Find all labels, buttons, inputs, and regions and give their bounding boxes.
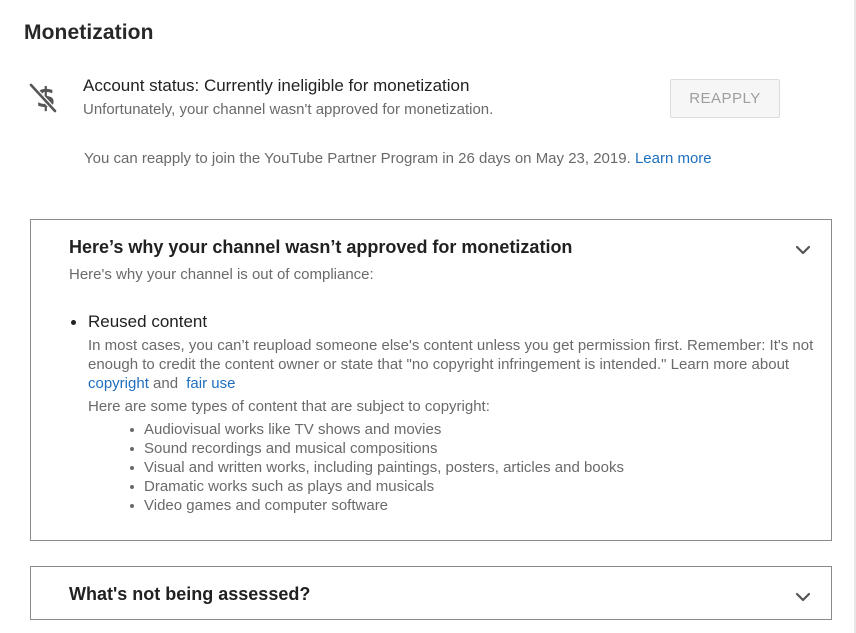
panel-not-assessed[interactable]: What's not being assessed? bbox=[30, 566, 832, 620]
and-text: and bbox=[153, 375, 179, 392]
list-item-text: Sound recordings and musical composition… bbox=[144, 440, 438, 457]
copyright-link[interactable]: copyright bbox=[88, 375, 149, 392]
account-status-title: Account status: Currently ineligible for… bbox=[83, 76, 470, 95]
list-item: Visual and written works, including pain… bbox=[130, 458, 624, 477]
panel-not-approved-reasons[interactable]: Here’s why your channel wasn’t approved … bbox=[30, 219, 832, 541]
copyright-types-intro: Here are some types of content that are … bbox=[88, 398, 490, 415]
account-status-subtitle: Unfortunately, your channel wasn't appro… bbox=[83, 101, 494, 118]
reason-body: In most cases, you can’t reupload someon… bbox=[88, 336, 823, 393]
reapply-note-text: You can reapply to join the YouTube Part… bbox=[84, 150, 631, 167]
no-money-icon: $ bbox=[29, 81, 57, 114]
list-item-text: Audiovisual works like TV shows and movi… bbox=[144, 421, 442, 438]
chevron-down-icon[interactable] bbox=[795, 589, 811, 605]
list-item: Audiovisual works like TV shows and movi… bbox=[130, 420, 624, 439]
chevron-down-icon[interactable] bbox=[795, 242, 811, 258]
list-item-text: Visual and written works, including pain… bbox=[144, 459, 624, 476]
list-item: Dramatic works such as plays and musical… bbox=[130, 477, 624, 496]
list-item: Sound recordings and musical composition… bbox=[130, 439, 624, 458]
reapply-button[interactable]: REAPPLY bbox=[670, 79, 780, 118]
list-item: Video games and computer software bbox=[130, 496, 624, 515]
list-item-text: Video games and computer software bbox=[144, 497, 389, 514]
learn-more-link[interactable]: Learn more bbox=[635, 150, 712, 167]
list-item-text: Dramatic works such as plays and musical… bbox=[144, 478, 435, 495]
reason-body-text: In most cases, you can’t reupload someon… bbox=[88, 337, 814, 373]
page-title: Monetization bbox=[24, 21, 154, 44]
reason-title: Reused content bbox=[88, 312, 208, 331]
copyright-types-list: Audiovisual works like TV shows and movi… bbox=[130, 420, 624, 515]
fair-use-link[interactable]: fair use bbox=[186, 375, 235, 392]
bullet-dot bbox=[71, 320, 76, 325]
panel-reasons-subtitle: Here's why your channel is out of compli… bbox=[69, 266, 374, 283]
panel-reasons-title[interactable]: Here’s why your channel wasn’t approved … bbox=[69, 237, 572, 258]
panel-not-assessed-title[interactable]: What's not being assessed? bbox=[69, 584, 310, 605]
reapply-note: You can reapply to join the YouTube Part… bbox=[84, 150, 712, 167]
